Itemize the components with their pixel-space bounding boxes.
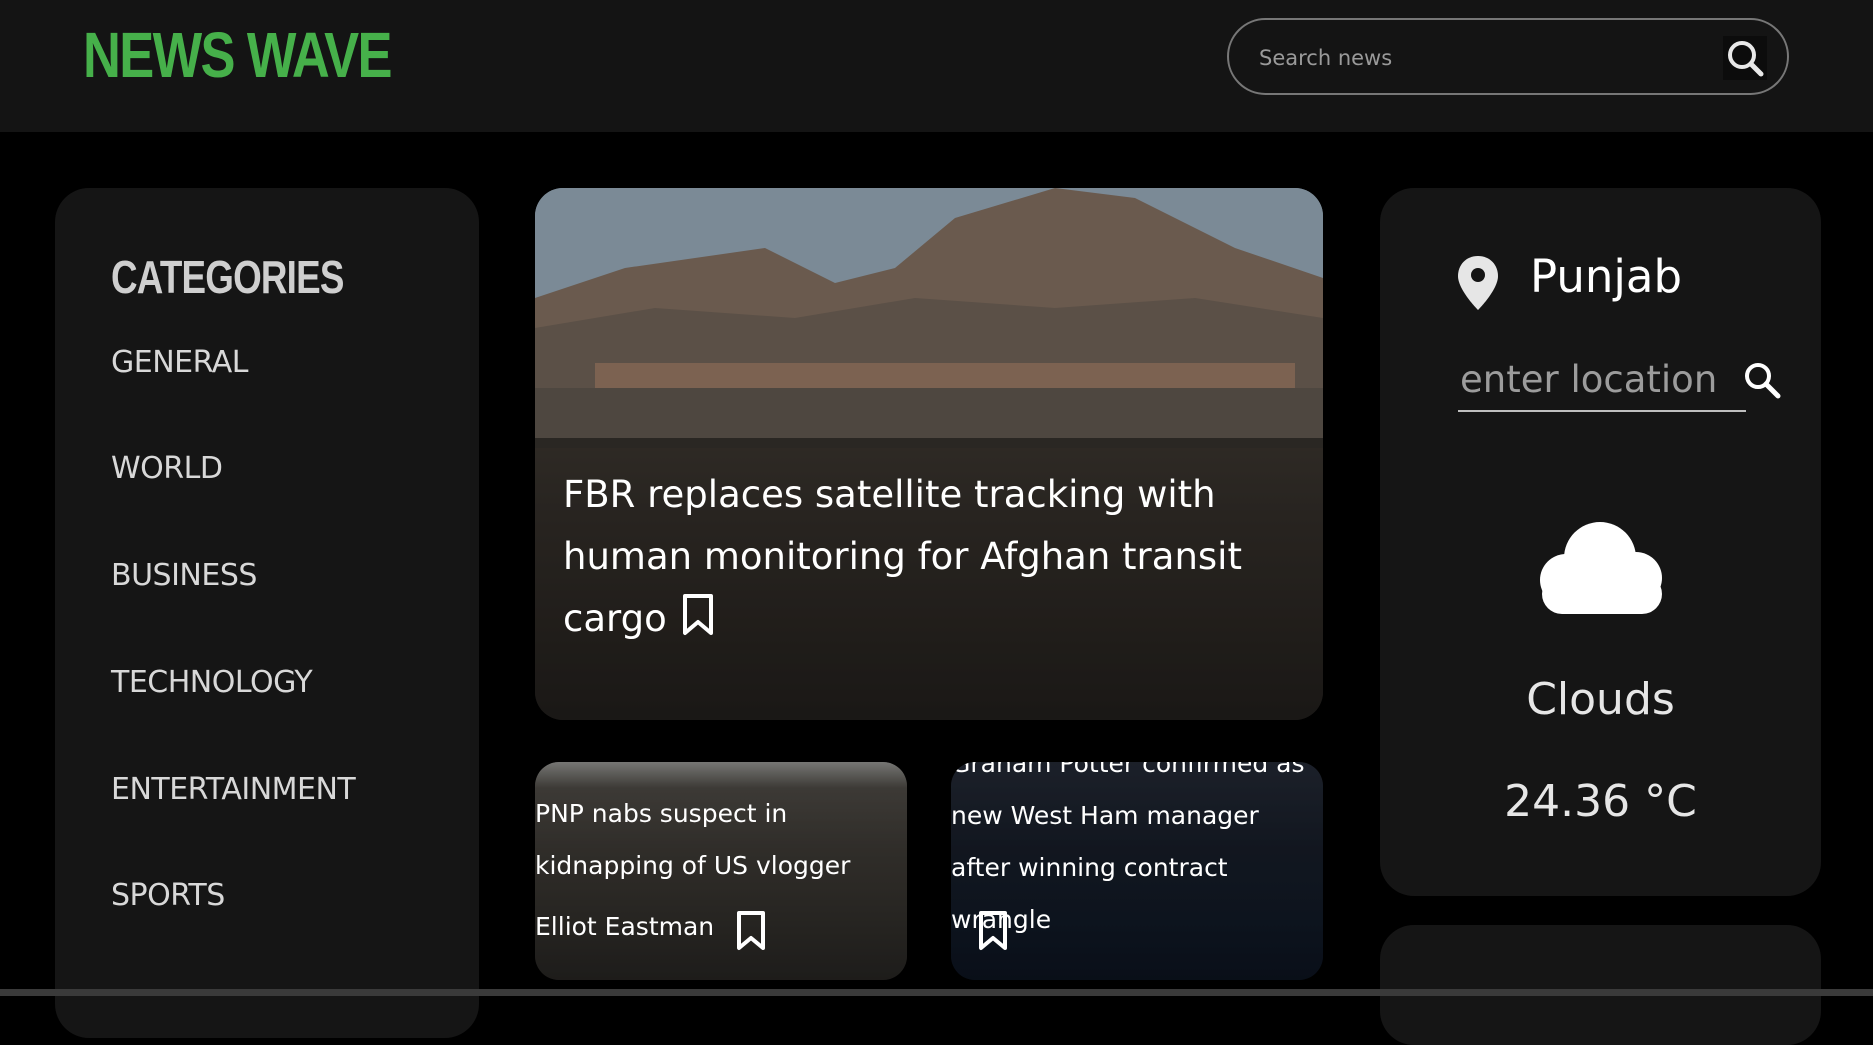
bookmark-icon — [737, 911, 765, 950]
category-sports[interactable]: SPORTS — [111, 878, 225, 913]
category-technology[interactable]: TECHNOLOGY — [111, 665, 313, 700]
article-author: Elliot Eastman — [535, 912, 715, 941]
search-bar — [1227, 18, 1789, 95]
featured-article-title[interactable]: FBR replaces satellite tracking with hum… — [563, 464, 1263, 656]
bookmark-icon — [682, 594, 713, 635]
search-input[interactable] — [1257, 40, 1701, 76]
article-card[interactable]: PNP nabs suspect in kidnapping of US vlo… — [535, 762, 907, 980]
search-icon — [1745, 363, 1781, 399]
location-name: Punjab — [1530, 250, 1683, 303]
location-search-button[interactable] — [1742, 360, 1782, 404]
bookmark-button[interactable] — [681, 593, 715, 656]
bookmark-button[interactable] — [735, 910, 767, 956]
location-pin-icon — [1456, 254, 1500, 316]
categories-sidebar: CATEGORIES GENERAL WORLD BUSINESS TECHNO… — [55, 188, 479, 1038]
featured-article-title-text: FBR replaces satellite tracking with hum… — [563, 473, 1242, 640]
search-button[interactable] — [1723, 36, 1767, 80]
cloud-icon — [1528, 514, 1672, 622]
category-entertainment[interactable]: ENTERTAINMENT — [111, 772, 356, 807]
weather-widget: Punjab Clouds 24.36 °C — [1380, 188, 1821, 896]
calendar-widget — [1380, 925, 1821, 1045]
featured-article-card[interactable]: FBR replaces satellite tracking with hum… — [535, 188, 1323, 720]
bookmark-icon — [979, 911, 1007, 950]
top-header: NEWS WAVE — [0, 0, 1873, 132]
category-general[interactable]: GENERAL — [111, 345, 248, 380]
article-image — [535, 188, 1323, 448]
site-logo[interactable]: NEWS WAVE — [83, 14, 393, 96]
article-card[interactable]: Graham Potter confirmed as new West Ham … — [951, 762, 1323, 980]
category-business[interactable]: BUSINESS — [111, 558, 257, 593]
weather-condition: Clouds — [1526, 674, 1675, 725]
location-input[interactable] — [1458, 348, 1746, 412]
horizontal-scrollbar[interactable] — [0, 989, 1873, 996]
bookmark-button[interactable] — [977, 910, 1009, 956]
search-icon — [1728, 41, 1764, 77]
weather-temperature: 24.36 °C — [1504, 776, 1697, 827]
article-title[interactable]: PNP nabs suspect in kidnapping of US vlo… — [535, 788, 905, 892]
categories-heading: CATEGORIES — [111, 251, 344, 303]
category-world[interactable]: WORLD — [111, 451, 223, 486]
